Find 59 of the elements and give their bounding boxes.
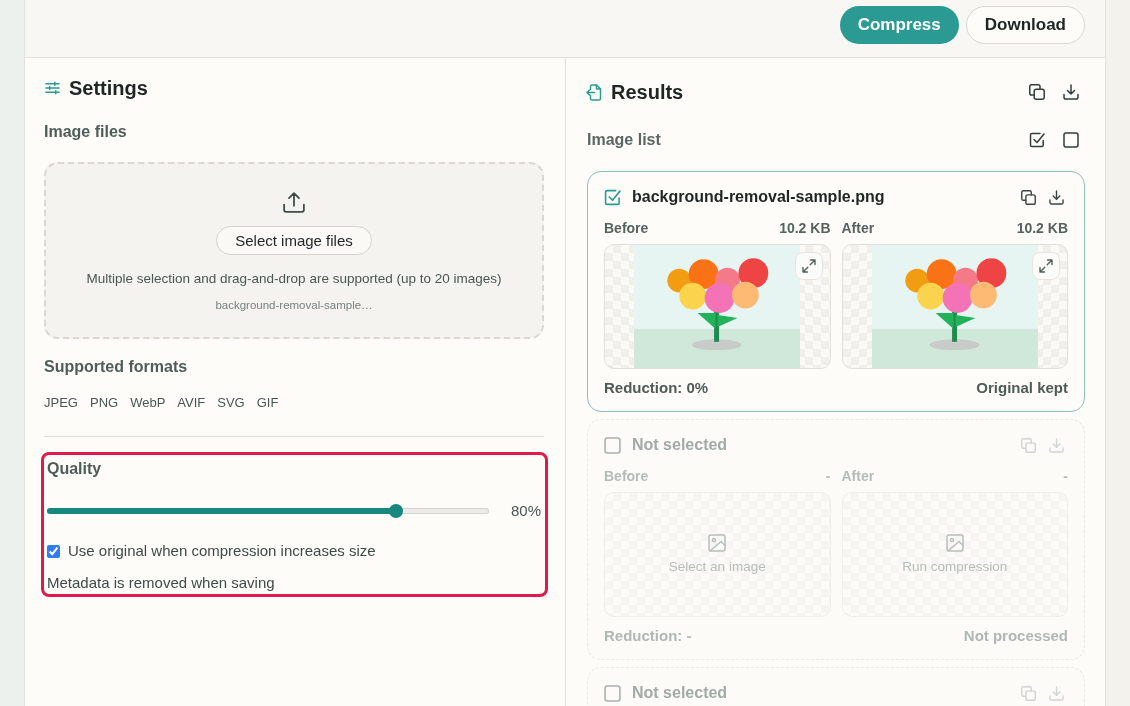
status-text: Original kept (976, 379, 1068, 397)
upload-icon (283, 192, 305, 213)
side-label: After (841, 468, 875, 484)
slider-thumb[interactable] (389, 504, 404, 518)
reduction-text: Reduction: - (604, 627, 692, 645)
note-text: Metadata is removed when saving (47, 574, 275, 592)
side-label: After (841, 220, 875, 236)
file-name: Not selected (632, 683, 728, 703)
file-name: Not selected (632, 435, 728, 455)
file-arrow-icon (586, 83, 602, 101)
format-label: GIF (256, 394, 279, 412)
checkbox-label: Use original when compression increases size (68, 542, 376, 560)
section-label: Image list (587, 130, 661, 150)
download-icon[interactable] (1063, 84, 1079, 100)
option-checkbox[interactable] (47, 544, 60, 558)
expand-button[interactable] (1032, 252, 1060, 280)
placeholder-hint: Run compression (902, 557, 1008, 576)
expand-icon (1039, 259, 1053, 273)
placeholder-hint: Select an image (668, 557, 766, 576)
side-label: Before (604, 220, 649, 236)
format-label: AVIF (177, 394, 206, 412)
checked-box-icon[interactable] (1029, 132, 1045, 148)
status-text: Not processed (963, 627, 1068, 645)
item-checkbox[interactable] (604, 684, 621, 702)
format-label: WebP (130, 394, 166, 412)
drop-zone[interactable]: Select image files Multiple selection and drag-and-drop are supported (up to 20 images) background-removal-sample… (44, 162, 544, 339)
download-icon[interactable] (1049, 189, 1064, 205)
file-size: 10.2 KB (779, 220, 831, 236)
file-size: - (825, 468, 831, 484)
quality-slider[interactable] (47, 504, 489, 518)
side-label: Before (604, 468, 649, 484)
file-name: background-removal-sample.png (632, 187, 885, 207)
section-label: Quality (47, 459, 102, 479)
item-checkbox[interactable] (604, 436, 621, 454)
file-name-text: background-removal-sample… (215, 298, 373, 312)
image-icon (945, 533, 964, 552)
copy-icon[interactable] (1029, 84, 1045, 100)
format-label: PNG (89, 394, 119, 412)
format-label: JPEG (44, 394, 78, 412)
expand-button[interactable] (794, 252, 823, 280)
result-card[interactable]: background-removal-sample.png Before 10.2 KB After 10.2 KB Reduction: 0% Original kept (587, 171, 1085, 412)
panel-title: Settings (69, 76, 148, 100)
empty-box-icon[interactable] (1063, 132, 1079, 148)
expand-icon (801, 259, 816, 273)
sliders-icon (45, 81, 60, 95)
file-size: - (1063, 468, 1068, 484)
format-label: SVG (217, 394, 245, 412)
item-checkbox[interactable] (604, 188, 621, 206)
select-files-button[interactable]: Select image files (216, 226, 372, 255)
file-size: 10.2 KB (1016, 220, 1068, 236)
section-label: Supported formats (44, 357, 188, 377)
panel-title: Results (611, 80, 684, 105)
image-icon (708, 533, 727, 552)
copy-icon[interactable] (1021, 189, 1036, 205)
slider-value: 80% (510, 502, 541, 520)
outline-button[interactable]: Download (965, 6, 1085, 44)
section-label: Image files (44, 122, 127, 142)
drop-hint: Multiple selection and drag-and-drop are supported (up to 20 images) (86, 270, 502, 288)
reduction-text: Reduction: 0% (604, 379, 709, 397)
